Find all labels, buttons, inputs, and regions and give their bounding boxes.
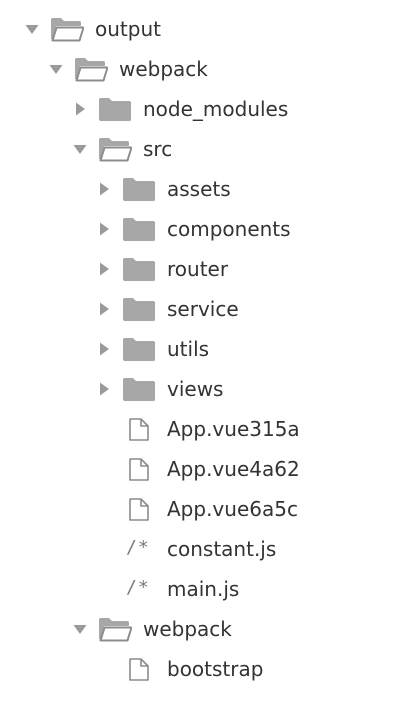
tree-item-service[interactable]: service	[0, 289, 411, 329]
tree-item-label: assets	[167, 177, 231, 201]
file-icon	[122, 496, 156, 522]
js-comment-glyph: /*	[126, 537, 150, 558]
tree-item-label: App.vue4a62	[167, 457, 300, 481]
tree-item-app-vue6a5c[interactable]: App.vue6a5c	[0, 489, 411, 529]
tree-item-label: router	[167, 257, 229, 281]
tree-item-src[interactable]: src	[0, 129, 411, 169]
chevron-right-icon[interactable]	[96, 381, 112, 397]
chevron-down-icon[interactable]	[72, 141, 88, 157]
folder-icon	[122, 296, 156, 322]
folder-icon	[122, 256, 156, 282]
tree-item-webpack[interactable]: webpack	[0, 49, 411, 89]
folder-open-icon	[98, 616, 132, 642]
tree-item-label: node_modules	[143, 97, 289, 121]
folder-icon	[98, 96, 132, 122]
tree-item-output[interactable]: output	[0, 9, 411, 49]
tree-item-views[interactable]: views	[0, 369, 411, 409]
tree-item-main-js[interactable]: /* main.js	[0, 569, 411, 609]
tree-item-label: main.js	[167, 577, 240, 601]
tree-item-label: components	[167, 217, 291, 241]
chevron-right-icon[interactable]	[96, 341, 112, 357]
tree-item-label: src	[143, 137, 173, 161]
js-file-icon: /*	[122, 536, 156, 562]
chevron-right-icon[interactable]	[96, 261, 112, 277]
tree-item-label: output	[95, 17, 161, 41]
file-icon	[122, 656, 156, 682]
tree-item-utils[interactable]: utils	[0, 329, 411, 369]
tree-item-router[interactable]: router	[0, 249, 411, 289]
tree-item-label: service	[167, 297, 239, 321]
tree-item-components[interactable]: components	[0, 209, 411, 249]
file-icon	[122, 416, 156, 442]
folder-icon	[122, 216, 156, 242]
folder-open-icon	[98, 136, 132, 162]
tree-item-label: utils	[167, 337, 210, 361]
chevron-right-icon[interactable]	[72, 101, 88, 117]
tree-item-app-vue315a[interactable]: App.vue315a	[0, 409, 411, 449]
chevron-down-icon[interactable]	[72, 621, 88, 637]
tree-item-label: App.vue6a5c	[167, 497, 298, 521]
tree-item-constant-js[interactable]: /* constant.js	[0, 529, 411, 569]
chevron-down-icon[interactable]	[48, 61, 64, 77]
tree-item-label: bootstrap	[167, 657, 264, 681]
folder-open-icon	[74, 56, 108, 82]
tree-item-label: webpack	[143, 617, 232, 641]
chevron-right-icon[interactable]	[96, 181, 112, 197]
folder-open-icon	[50, 16, 84, 42]
tree-item-label: webpack	[119, 57, 208, 81]
chevron-down-icon[interactable]	[24, 21, 40, 37]
tree-item-label: constant.js	[167, 537, 277, 561]
chevron-right-icon[interactable]	[96, 301, 112, 317]
chevron-right-icon[interactable]	[96, 221, 112, 237]
js-file-icon: /*	[122, 576, 156, 602]
folder-icon	[122, 336, 156, 362]
tree-item-label: App.vue315a	[167, 417, 300, 441]
tree-item-assets[interactable]: assets	[0, 169, 411, 209]
tree-item-node-modules[interactable]: node_modules	[0, 89, 411, 129]
tree-item-bootstrap[interactable]: bootstrap	[0, 649, 411, 689]
tree-item-webpack[interactable]: webpack	[0, 609, 411, 649]
folder-icon	[122, 376, 156, 402]
js-comment-glyph: /*	[126, 577, 150, 598]
file-icon	[122, 456, 156, 482]
folder-icon	[122, 176, 156, 202]
tree-item-app-vue4a62[interactable]: App.vue4a62	[0, 449, 411, 489]
file-tree: output webpack node_modulessrc assets compon…	[0, 0, 411, 706]
tree-item-label: views	[167, 377, 224, 401]
